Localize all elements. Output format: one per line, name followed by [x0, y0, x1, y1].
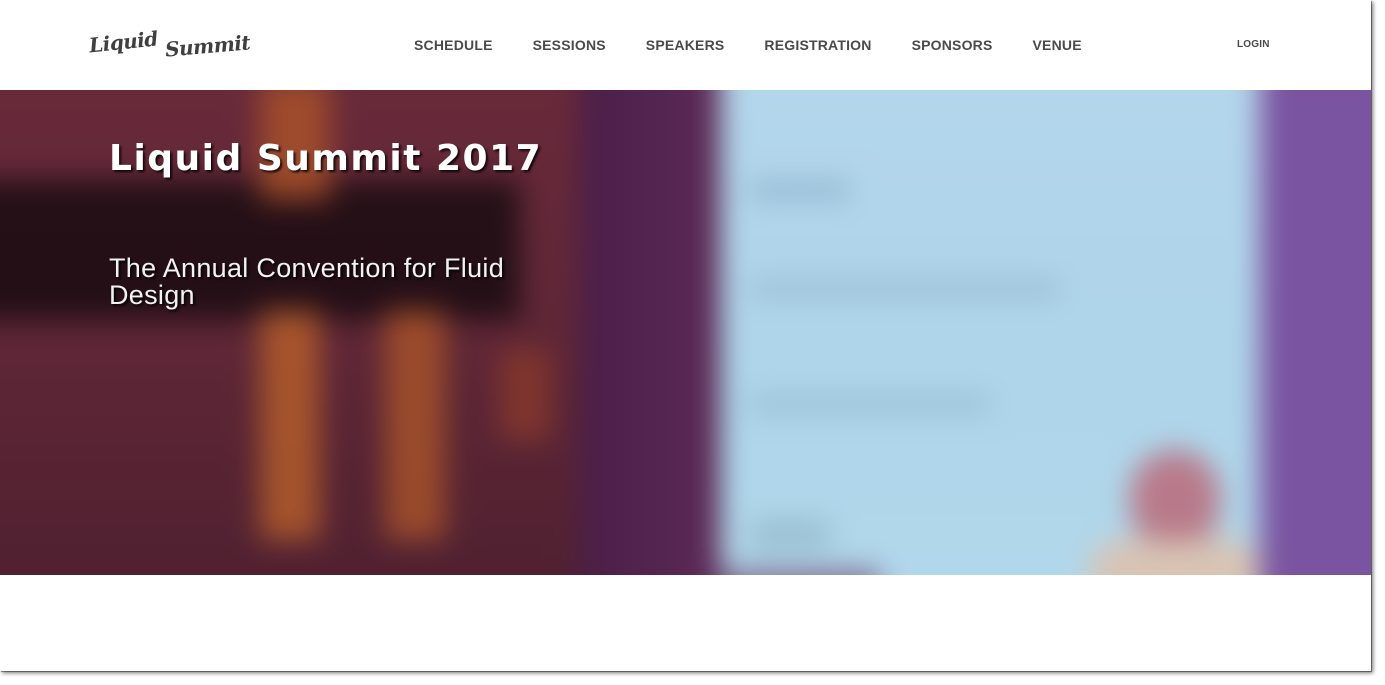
logo-word-summit: Summit	[164, 30, 252, 62]
nav-link-schedule[interactable]: SCHEDULE	[394, 37, 513, 53]
site-logo[interactable]: Liquid Summit	[87, 26, 252, 66]
hero-title: Liquid Summit 2017	[109, 138, 543, 179]
nav-link-venue[interactable]: VENUE	[1013, 37, 1102, 53]
login-link[interactable]: LOGIN	[1237, 39, 1270, 50]
nav-link-sponsors[interactable]: SPONSORS	[892, 37, 1013, 53]
browser-viewport: Liquid Summit SCHEDULE SESSIONS SPEAKERS…	[0, 0, 1371, 671]
logo-word-liquid: Liquid	[87, 26, 159, 58]
nav-link-registration[interactable]: REGISTRATION	[744, 37, 891, 53]
site-header: Liquid Summit SCHEDULE SESSIONS SPEAKERS…	[0, 0, 1371, 90]
main-nav: SCHEDULE SESSIONS SPEAKERS REGISTRATION …	[394, 0, 1102, 90]
hero-banner: Liquid Summit 2017 The Annual Convention…	[0, 90, 1371, 575]
nav-link-sessions[interactable]: SESSIONS	[513, 37, 626, 53]
nav-link-speakers[interactable]: SPEAKERS	[626, 37, 745, 53]
hero-subtitle: The Annual Convention for Fluid Design	[109, 253, 505, 310]
